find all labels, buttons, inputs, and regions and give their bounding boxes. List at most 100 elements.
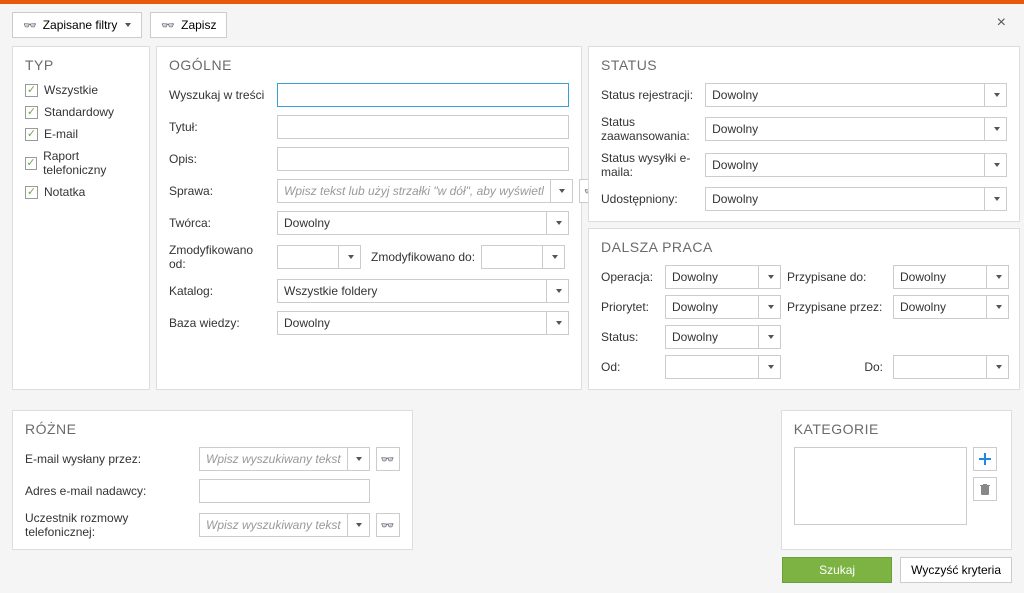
chevron-down-icon[interactable] [759, 265, 781, 289]
status-zaawansowania-select[interactable]: Dowolny [705, 117, 1007, 141]
catalog-label: Katalog: [169, 284, 271, 298]
delete-category-button[interactable] [973, 477, 997, 501]
desc-label: Opis: [169, 152, 271, 166]
panel-title-ogolne: OGÓLNE [169, 57, 569, 73]
from-date[interactable] [665, 355, 781, 379]
author-label: Twórca: [169, 216, 271, 230]
status-wysylki-select[interactable]: Dowolny [705, 153, 1007, 177]
to-date[interactable] [893, 355, 1009, 379]
chevron-down-icon[interactable] [985, 117, 1007, 141]
panel-title-dalsza: DALSZA PRACA [601, 239, 1007, 255]
chevron-down-icon[interactable] [339, 245, 361, 269]
checkbox-wszystkie[interactable] [25, 84, 38, 97]
checkbox-notatka[interactable] [25, 186, 38, 199]
chevron-down-icon[interactable] [543, 245, 565, 269]
chevron-down-icon[interactable] [551, 179, 573, 203]
panel-title-status: STATUS [601, 57, 1007, 73]
modified-from-label: Zmodyfikowano od: [169, 243, 271, 271]
chk-label: E-mail [44, 127, 78, 141]
case-value: Wpisz tekst lub użyj strzałki "w dół", a… [277, 179, 551, 203]
author-value: Dowolny [277, 211, 547, 235]
select-value: Dowolny [705, 153, 985, 177]
call-participant-label: Uczestnik rozmowy telefonicznej: [25, 511, 193, 539]
select-value: Dowolny [665, 325, 759, 349]
dalsza-status-select[interactable]: Dowolny [665, 325, 781, 349]
panel-title-typ: TYP [25, 57, 137, 73]
footer-actions: Szukaj Wyczyść kryteria [782, 557, 1012, 583]
checkbox-standardowy[interactable] [25, 106, 38, 119]
modified-from-date[interactable] [277, 245, 361, 269]
select-placeholder: Wpisz wyszukiwany tekst [199, 513, 348, 537]
chevron-down-icon[interactable] [348, 447, 370, 471]
binoculars-icon [23, 19, 37, 32]
clear-criteria-button[interactable]: Wyczyść kryteria [900, 557, 1012, 583]
chevron-down-icon[interactable] [987, 295, 1009, 319]
chevron-down-icon[interactable] [985, 153, 1007, 177]
row-bottom: RÓŻNE E-mail wysłany przez: Wpisz wyszuk… [0, 410, 1024, 550]
search-button-label: Szukaj [819, 563, 855, 577]
assigned-to-select[interactable]: Dowolny [893, 265, 1009, 289]
trash-icon [978, 482, 992, 496]
clear-button-label: Wyczyść kryteria [911, 563, 1001, 577]
checkbox-email[interactable] [25, 128, 38, 141]
email-sent-by-search[interactable] [376, 447, 400, 471]
title-input[interactable] [277, 115, 569, 139]
close-icon[interactable]: × [997, 14, 1006, 32]
checkbox-raport[interactable] [25, 157, 37, 170]
priority-select[interactable]: Dowolny [665, 295, 781, 319]
main-content: TYP Wszystkie Standardowy E-mail Raport … [0, 46, 1024, 404]
select-placeholder: Wpisz wyszukiwany tekst [199, 447, 348, 471]
save-button[interactable]: Zapisz [150, 12, 227, 38]
author-select[interactable]: Dowolny [277, 211, 569, 235]
panel-typ: TYP Wszystkie Standardowy E-mail Raport … [12, 46, 150, 390]
chevron-down-icon[interactable] [987, 355, 1009, 379]
add-category-button[interactable] [973, 447, 997, 471]
modified-to-date[interactable] [481, 245, 565, 269]
saved-filters-button[interactable]: Zapisane filtry [12, 12, 142, 38]
chevron-down-icon[interactable] [547, 279, 569, 303]
catalog-select[interactable]: Wszystkie foldery [277, 279, 569, 303]
operation-select[interactable]: Dowolny [665, 265, 781, 289]
email-sent-by-select[interactable]: Wpisz wyszukiwany tekst [199, 447, 370, 471]
select-value: Dowolny [665, 295, 759, 319]
chevron-down-icon[interactable] [348, 513, 370, 537]
kb-select[interactable]: Dowolny [277, 311, 569, 335]
case-select[interactable]: Wpisz tekst lub użyj strzałki "w dół", a… [277, 179, 573, 203]
panel-status: STATUS Status rejestracji: Dowolny Statu… [588, 46, 1020, 222]
toolbar: Zapisane filtry Zapisz × [0, 4, 1024, 46]
chevron-down-icon[interactable] [547, 311, 569, 335]
call-participant-select[interactable]: Wpisz wyszukiwany tekst [199, 513, 370, 537]
assigned-to-label: Przypisane do: [787, 270, 887, 284]
chevron-down-icon[interactable] [987, 265, 1009, 289]
desc-input[interactable] [277, 147, 569, 171]
panel-kategorie: KATEGORIE [781, 410, 1012, 550]
chevron-down-icon[interactable] [759, 355, 781, 379]
udostepniony-select[interactable]: Dowolny [705, 187, 1007, 211]
categories-listbox[interactable] [794, 447, 967, 525]
binoculars-icon [161, 19, 175, 32]
chevron-down-icon[interactable] [985, 187, 1007, 211]
priority-label: Priorytet: [601, 300, 659, 314]
sender-address-input[interactable] [199, 479, 370, 503]
panel-dalsza-praca: DALSZA PRACA Operacja: Dowolny Przypisan… [588, 228, 1020, 390]
call-participant-search[interactable] [376, 513, 400, 537]
assigned-by-select[interactable]: Dowolny [893, 295, 1009, 319]
right-column: STATUS Status rejestracji: Dowolny Statu… [588, 46, 1020, 390]
panel-ogolne: OGÓLNE Wyszukaj w treści Tytuł: Opis: Sp… [156, 46, 582, 390]
select-value [665, 355, 759, 379]
chevron-down-icon[interactable] [759, 325, 781, 349]
chevron-down-icon[interactable] [985, 83, 1007, 107]
chevron-down-icon [125, 23, 131, 27]
chevron-down-icon[interactable] [547, 211, 569, 235]
panel-rozne: RÓŻNE E-mail wysłany przez: Wpisz wyszuk… [12, 410, 413, 550]
plus-icon [978, 452, 992, 466]
search-content-input[interactable] [277, 83, 569, 107]
status-rejestracji-select[interactable]: Dowolny [705, 83, 1007, 107]
email-sent-by-label: E-mail wysłany przez: [25, 452, 193, 466]
select-value: Dowolny [893, 295, 987, 319]
binoculars-icon [381, 452, 395, 466]
chk-label: Standardowy [44, 105, 114, 119]
from-label: Od: [601, 360, 659, 374]
search-button[interactable]: Szukaj [782, 557, 892, 583]
chevron-down-icon[interactable] [759, 295, 781, 319]
